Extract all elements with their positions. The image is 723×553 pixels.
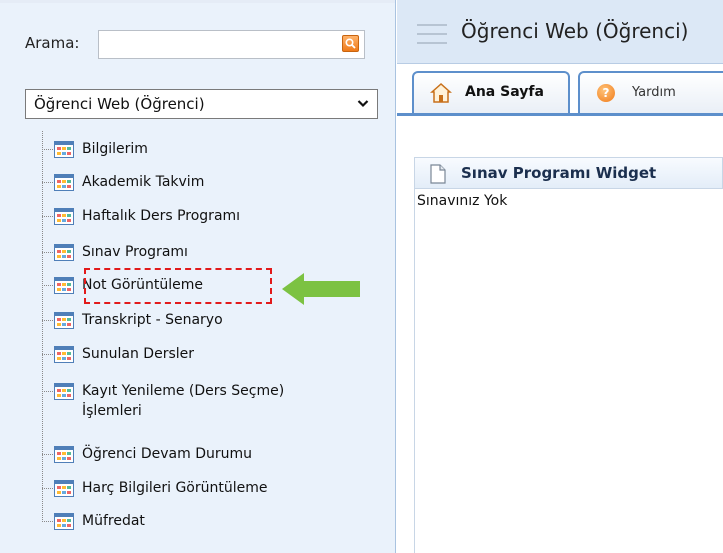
sidebar-item-label-line2: İşlemleri — [82, 403, 142, 419]
grid-page-icon — [54, 446, 74, 463]
hamburger-menu-icon[interactable] — [417, 24, 447, 51]
grid-page-icon — [54, 244, 74, 261]
top-bar: Öğrenci Web (Öğrenci) — [397, 0, 723, 64]
highlight-box — [84, 268, 272, 304]
sidebar-item-label: Bilgilerim — [82, 141, 148, 157]
sidebar-item-label: Sınav Programı — [82, 244, 188, 260]
menu-tree: Bilgilerim Akademik Takvim Haftalık Ders… — [0, 0, 396, 553]
grid-page-icon — [54, 141, 74, 158]
sidebar-item-label: Akademik Takvim — [82, 174, 205, 190]
grid-page-icon — [54, 480, 74, 497]
grid-page-icon — [54, 174, 74, 191]
grid-page-icon — [54, 346, 74, 363]
widget-message: Sınavınız Yok — [417, 193, 508, 209]
tab-label: Ana Sayfa — [465, 84, 544, 100]
home-icon — [430, 82, 452, 103]
sidebar-item-label: Öğrenci Devam Durumu — [82, 446, 253, 462]
sidebar-item-label: Kayıt Yenileme (Ders Seçme) — [82, 383, 285, 399]
grid-page-icon — [54, 277, 74, 294]
tab-yardim[interactable]: ? Yardım — [578, 71, 723, 116]
sidebar-item-label: Müfredat — [82, 513, 145, 529]
sidebar-item-label: Haftalık Ders Programı — [82, 208, 241, 224]
app-title: Öğrenci Web (Öğrenci) — [461, 19, 689, 43]
sidebar-item-label: Transkript - Senaryo — [82, 312, 223, 328]
grid-page-icon — [54, 513, 74, 530]
tree-connector — [42, 131, 43, 522]
tab-ana-sayfa[interactable]: Ana Sayfa — [412, 71, 570, 116]
tab-label: Yardım — [632, 85, 676, 100]
widget-title: Sınav Programı Widget — [461, 164, 657, 182]
help-icon: ? — [597, 84, 615, 102]
sidebar-item-label: Sunulan Dersler — [82, 346, 194, 362]
sidebar-item-label: Harç Bilgileri Görüntüleme — [82, 480, 268, 496]
widget-header: Sınav Programı Widget — [414, 157, 723, 189]
pointer-arrow-icon — [282, 273, 360, 305]
document-icon — [430, 164, 446, 184]
grid-page-icon — [54, 208, 74, 225]
grid-page-icon — [54, 312, 74, 329]
grid-page-icon — [54, 383, 74, 400]
widget-body: Sınavınız Yok — [414, 189, 723, 553]
